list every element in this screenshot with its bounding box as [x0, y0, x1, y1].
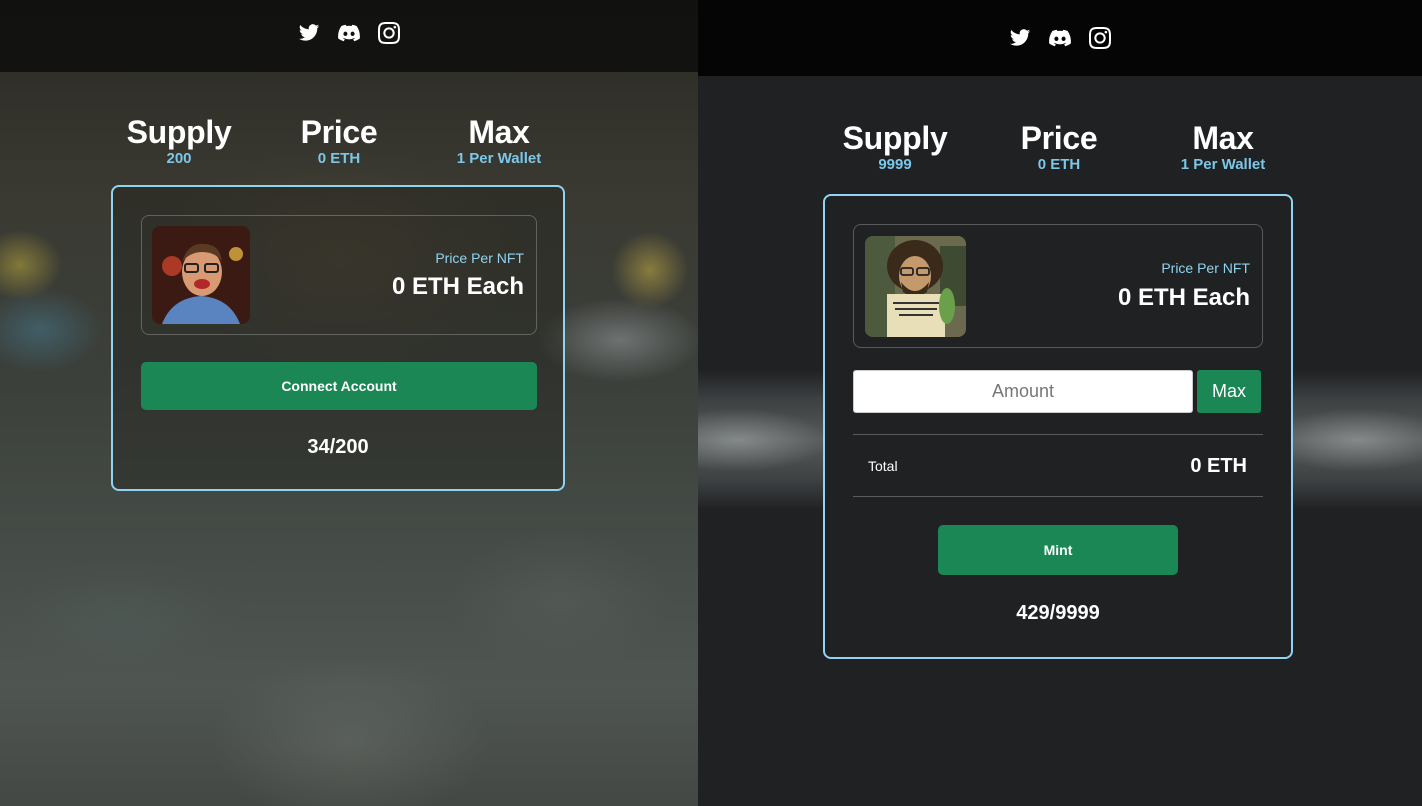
- nft-image: [865, 236, 966, 337]
- stat-title: Price: [300, 114, 378, 150]
- mint-card: Price Per NFT 0 ETH Each Connect Account…: [111, 185, 565, 491]
- mint-button[interactable]: Mint: [938, 525, 1178, 575]
- stat-value: 0 ETH: [317, 150, 361, 167]
- stat-value: 1 Per Wallet: [1180, 156, 1266, 173]
- stats-row: Supply 200 Price 0 ETH Max 1 Per Wallet: [99, 115, 579, 167]
- price-each-value: 0 ETH Each: [391, 273, 524, 300]
- stats-row: Supply 9999 Price 0 ETH Max 1 Per Wallet: [813, 121, 1305, 173]
- stat-supply: Supply 9999: [813, 121, 977, 173]
- divider: [853, 496, 1263, 497]
- connect-account-button[interactable]: Connect Account: [141, 362, 537, 410]
- total-value: 0 ETH: [1190, 455, 1247, 477]
- nft-image: [152, 226, 250, 324]
- stat-supply: Supply 200: [99, 115, 259, 167]
- price-per-nft-label: Price Per NFT: [435, 250, 524, 266]
- stat-value: 1 Per Wallet: [456, 150, 542, 167]
- stat-title: Supply: [126, 114, 232, 150]
- discord-icon[interactable]: [337, 21, 361, 45]
- stat-max: Max 1 Per Wallet: [419, 115, 579, 167]
- stat-value: 200: [166, 150, 192, 167]
- max-button[interactable]: Max: [1197, 370, 1261, 413]
- stat-title: Max: [468, 114, 530, 150]
- stat-price: Price 0 ETH: [977, 121, 1141, 173]
- stat-value: 9999: [878, 156, 912, 173]
- stat-title: Supply: [842, 120, 948, 156]
- twitter-icon[interactable]: [297, 21, 321, 45]
- stat-title: Max: [1192, 120, 1254, 156]
- social-bar: [698, 0, 1422, 76]
- nft-preview-box: Price Per NFT 0 ETH Each: [141, 215, 537, 335]
- divider: [853, 434, 1263, 435]
- stat-price: Price 0 ETH: [259, 115, 419, 167]
- instagram-icon[interactable]: [1088, 26, 1112, 50]
- minted-counter: 34/200: [307, 436, 369, 458]
- price-per-nft-label: Price Per NFT: [1161, 260, 1250, 276]
- stat-title: Price: [1020, 120, 1098, 156]
- left-mint-page: Supply 200 Price 0 ETH Max 1 Per Wallet: [0, 0, 698, 806]
- stat-value: 0 ETH: [1037, 156, 1081, 173]
- stat-max: Max 1 Per Wallet: [1141, 121, 1305, 173]
- right-mint-page: Supply 9999 Price 0 ETH Max 1 Per Wallet: [698, 0, 1422, 806]
- total-label: Total: [868, 458, 898, 474]
- mint-card: Price Per NFT 0 ETH Each Max Total 0 ETH…: [823, 194, 1293, 659]
- twitter-icon[interactable]: [1008, 26, 1032, 50]
- discord-icon[interactable]: [1048, 26, 1072, 50]
- amount-input[interactable]: [853, 370, 1193, 413]
- instagram-icon[interactable]: [377, 21, 401, 45]
- minted-counter: 429/9999: [1016, 602, 1100, 624]
- nft-preview-box: Price Per NFT 0 ETH Each: [853, 224, 1263, 348]
- price-each-value: 0 ETH Each: [1117, 284, 1250, 311]
- social-bar: [0, 0, 698, 72]
